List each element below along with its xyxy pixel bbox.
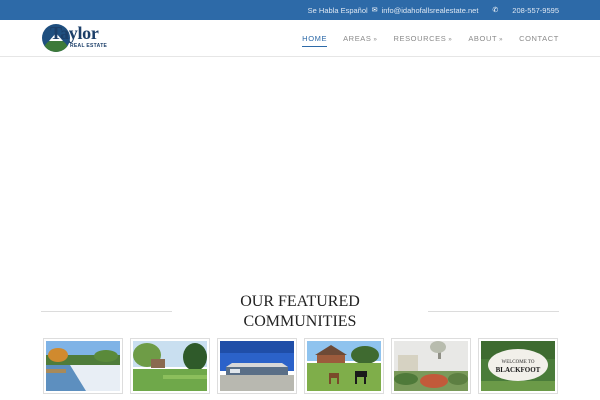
nav-item-areas[interactable]: AREAS» [343,34,377,47]
sign-text-welcome: WELCOME TO [501,360,534,365]
top-bar: Se Habla Español ✉ info@idahofallsreales… [0,0,600,20]
phone-icon: ✆ [492,7,499,14]
arena-image [220,341,294,391]
nav-label: AREAS [343,34,372,43]
title-divider-right [428,311,559,312]
logo-tagline: REAL ESTATE [70,43,108,49]
community-thumbnail[interactable] [130,338,210,394]
language-text: Se Habla Español [307,5,368,15]
park-image [133,341,207,391]
hero-area [0,57,600,287]
nav-label: CONTACT [519,34,559,43]
community-thumbnails: WELCOME TO BLACKFOOT [43,338,558,394]
city-sign-image [394,341,468,391]
nav-item-home[interactable]: HOME [302,34,328,47]
section-title: OUR FEATURED COMMUNITIES [210,292,390,332]
phone-link[interactable]: 208-557-9595 [512,6,559,15]
blackfoot-sign-image: WELCOME TO BLACKFOOT [481,341,555,391]
title-divider-left [41,311,172,312]
community-thumbnail[interactable] [304,338,384,394]
chevron-down-icon: » [499,37,504,43]
river-falls-image [46,341,120,391]
barn-horses-image [307,341,381,391]
community-thumbnail[interactable]: WELCOME TO BLACKFOOT [478,338,558,394]
nav-item-resources[interactable]: RESOURCES» [393,34,452,47]
section-title-line2: COMMUNITIES [243,313,357,330]
community-thumbnail[interactable] [43,338,123,394]
site-logo[interactable]: Taylor REAL ESTATE [42,23,108,54]
nav-label: RESOURCES [393,34,447,43]
primary-nav: HOME AREAS» RESOURCES» ABOUT» CONTACT [302,34,559,47]
community-thumbnail[interactable] [217,338,297,394]
logo-name: Taylor [50,23,99,43]
nav-item-about[interactable]: ABOUT» [468,34,503,47]
sign-text-blackfoot: BLACKFOOT [496,366,541,374]
email-link[interactable]: info@idahofallsrealestate.net [382,6,479,15]
nav-label: ABOUT [468,34,498,43]
community-thumbnail[interactable] [391,338,471,394]
nav-label: HOME [302,34,328,43]
chevron-down-icon: » [373,37,378,43]
nav-item-contact[interactable]: CONTACT [519,34,559,47]
section-title-line1: OUR FEATURED [240,293,360,310]
featured-communities-header: OUR FEATURED COMMUNITIES [0,292,600,332]
chevron-down-icon: » [448,37,453,43]
top-bar-contact: Se Habla Español ✉ info@idahofallsreales… [308,0,559,20]
mail-icon: ✉ [371,7,378,14]
